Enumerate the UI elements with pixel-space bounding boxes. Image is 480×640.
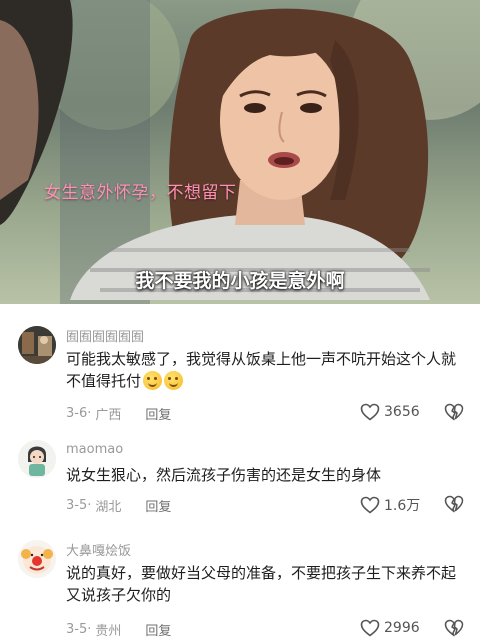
comment-date: 3-5 (66, 498, 88, 513)
comment-location: 贵州 (95, 624, 122, 639)
comment-body: 说的真好，要做好当父母的准备，不要把孩子生下来养不起又说孩子欠你的 (66, 564, 457, 604)
video-still[interactable]: 女生意外怀孕，不想留下 我不要我的小孩是意外啊 (0, 0, 480, 304)
like-count: 3656 (384, 404, 420, 420)
comment-body: 说女生狠心，然后流孩子伤害的还是女生的身体 (66, 466, 382, 484)
grin-emoji-icon (143, 371, 163, 390)
avatar-photo-icon (18, 326, 56, 364)
broken-heart-icon (444, 495, 464, 513)
avatar-clown-icon (18, 540, 56, 578)
comment-item: maomao 说女生狠心，然后流孩子伤害的还是女生的身体 3-5 · 湖北 回复… (0, 430, 480, 530)
like-button[interactable]: 2996 (360, 619, 420, 637)
reply-button[interactable]: 回复 (145, 496, 171, 515)
broken-heart-icon (444, 619, 464, 637)
dislike-button[interactable] (444, 495, 464, 517)
comment-text: 可能我太敏感了，我觉得从饭桌上他一声不吭开始这个人就不值得托付 (66, 348, 466, 392)
comment-meta: 3-5 · 贵州 回复 (66, 620, 172, 639)
video-subtitle: 我不要我的小孩是意外啊 (135, 270, 345, 292)
avatar[interactable] (18, 326, 56, 364)
comment-location: 广西 (95, 408, 122, 423)
heart-icon (360, 619, 380, 637)
comment-date: 3-5 (66, 622, 88, 637)
comment-meta: 3-6 · 广西 回复 (66, 404, 172, 423)
video-caption-top: 女生意外怀孕，不想留下 (44, 183, 237, 203)
avatar[interactable] (18, 440, 56, 478)
comment-username[interactable]: 囿囿囿囿囿囿 (66, 326, 144, 345)
grin-emoji-icon (164, 371, 184, 390)
video-scene-illustration (0, 0, 480, 304)
broken-heart-icon (444, 403, 464, 421)
heart-icon (360, 403, 380, 421)
reply-button[interactable]: 回复 (145, 404, 171, 423)
comment-location: 湖北 (95, 500, 122, 515)
comment-item: 大鼻嘎烩饭 说的真好，要做好当父母的准备，不要把孩子生下来养不起又说孩子欠你的 … (0, 530, 480, 640)
heart-icon (360, 496, 380, 514)
like-button[interactable]: 1.6万 (360, 495, 420, 515)
like-count: 1.6万 (384, 498, 421, 514)
dislike-button[interactable] (444, 403, 464, 425)
like-button[interactable]: 3656 (360, 403, 420, 421)
like-count: 2996 (384, 620, 420, 636)
comment-meta: 3-5 · 湖北 回复 (66, 496, 172, 515)
comment-body: 可能我太敏感了，我觉得从饭桌上他一声不吭开始这个人就不值得托付 (66, 350, 457, 390)
comment-item: 囿囿囿囿囿囿 可能我太敏感了，我觉得从饭桌上他一声不吭开始这个人就不值得托付 3… (0, 304, 480, 430)
comment-username[interactable]: maomao (66, 442, 123, 457)
comment-username[interactable]: 大鼻嘎烩饭 (66, 540, 131, 559)
avatar-girl-illustration-icon (18, 440, 56, 478)
dislike-button[interactable] (444, 619, 464, 640)
comment-date: 3-6 (66, 406, 88, 421)
avatar[interactable] (18, 540, 56, 578)
reply-button[interactable]: 回复 (145, 620, 171, 639)
